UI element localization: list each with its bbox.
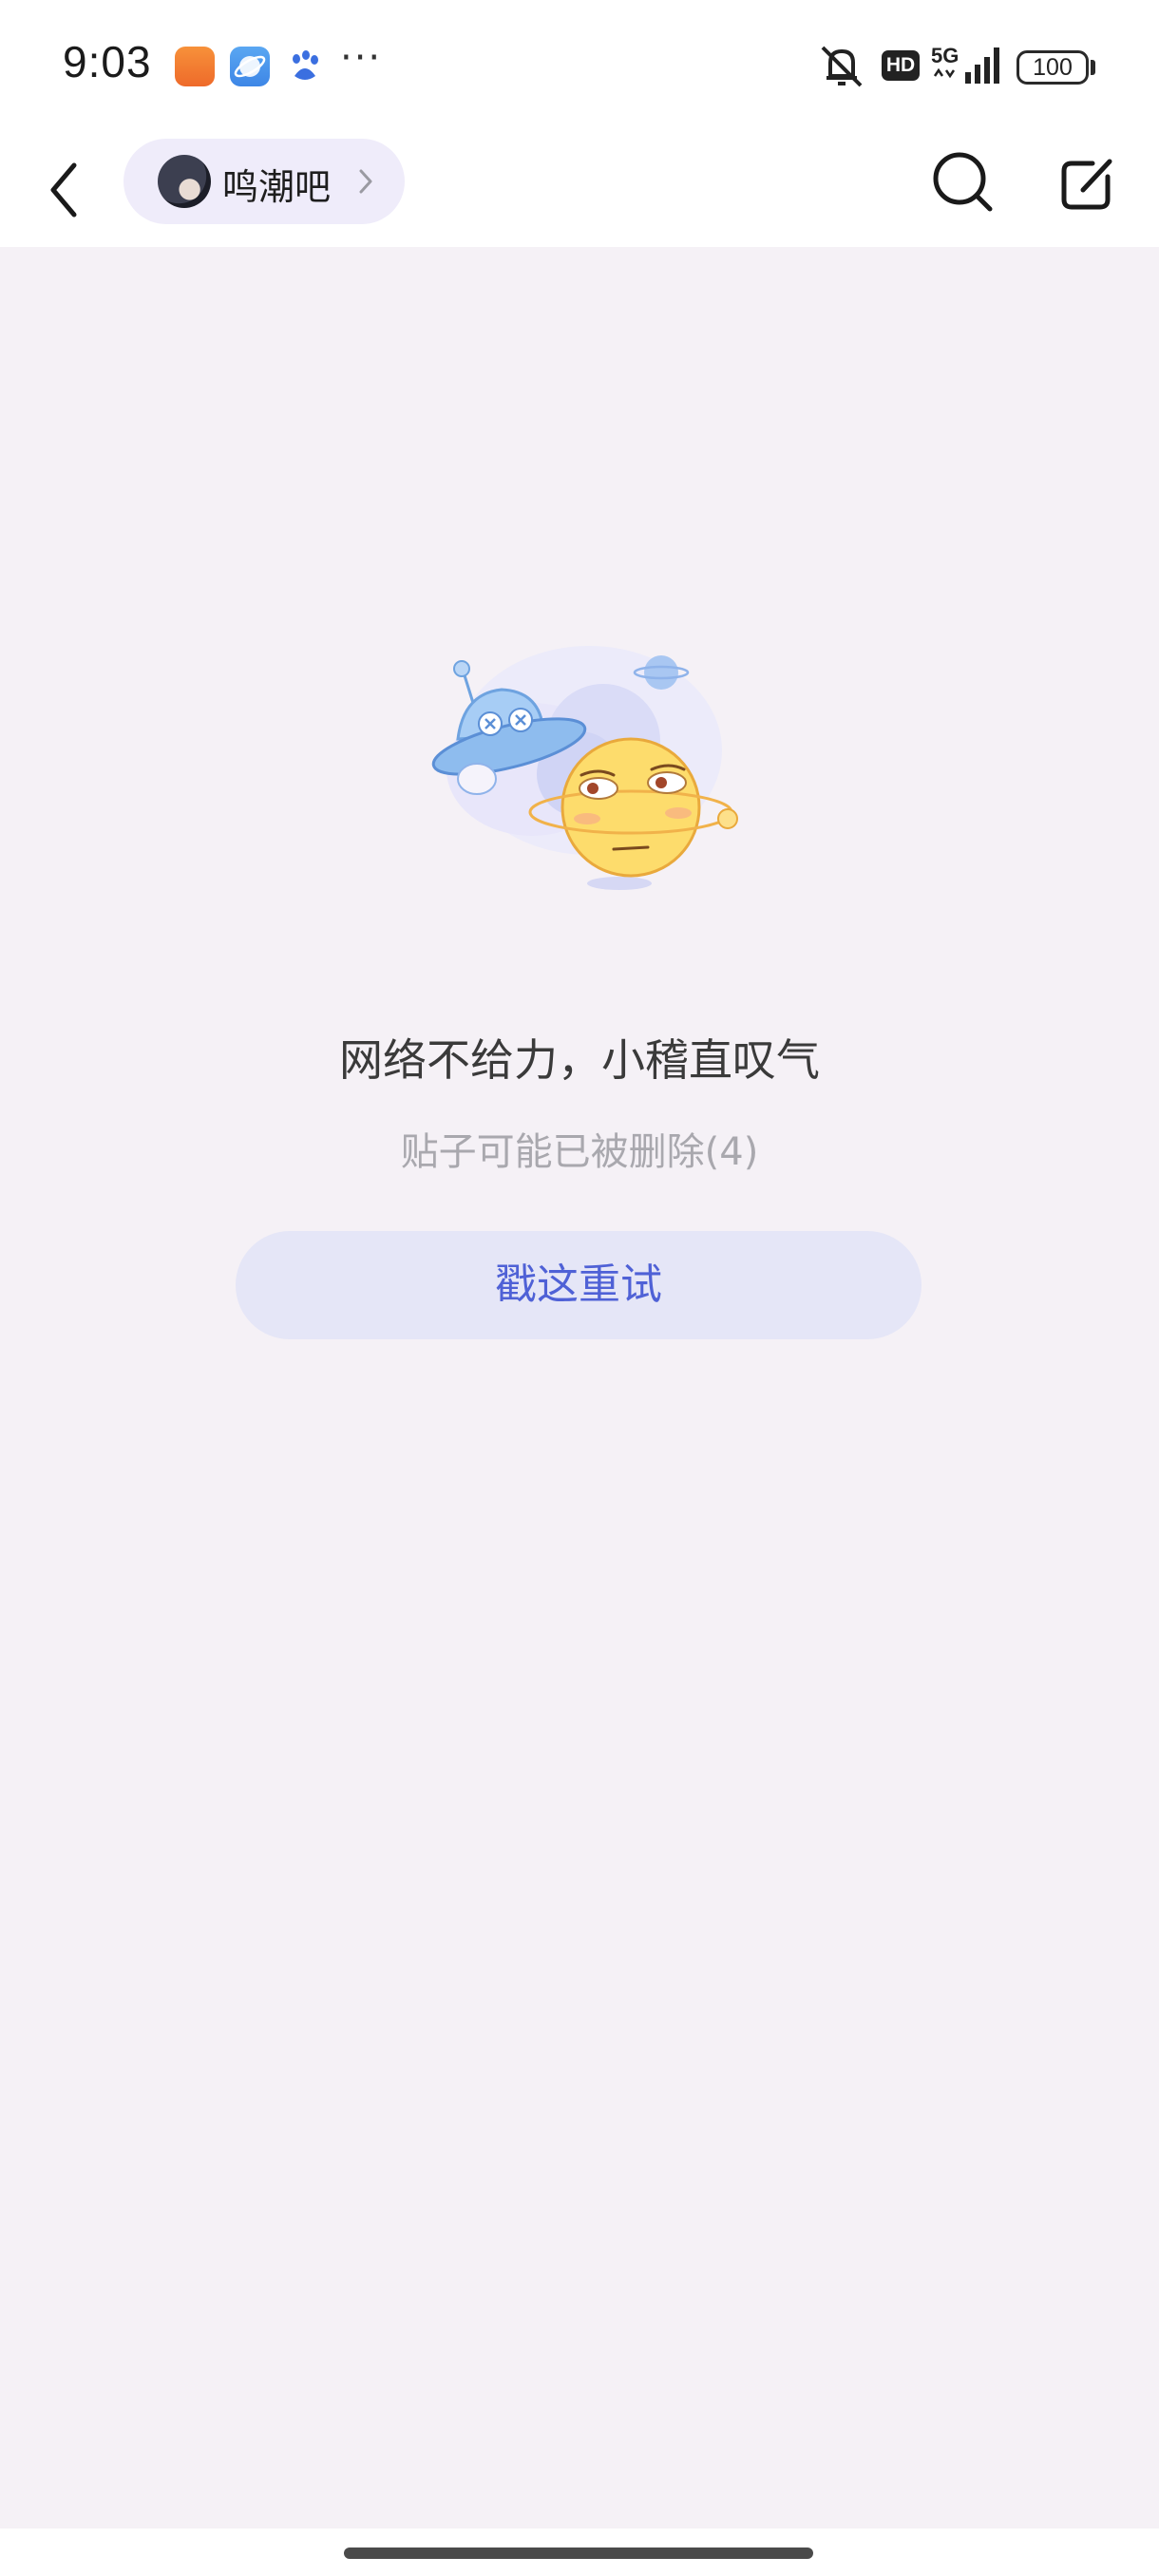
error-subtitle: 贴子可能已被删除(4) (400, 1130, 759, 1174)
hd-badge: HD (882, 50, 920, 81)
battery-tip (1091, 60, 1095, 75)
forum-name: 鸣潮吧 (222, 166, 332, 208)
more-notifications-icon: ··· (340, 36, 383, 80)
browser-planet-icon (230, 47, 270, 86)
vibrate-mute-icon (821, 46, 863, 87)
baidu-paw-icon (293, 50, 318, 80)
forum-avatar (158, 155, 211, 208)
status-time: 9:03 (63, 37, 152, 86)
error-illustration (431, 646, 738, 890)
forum-chip[interactable]: 鸣潮吧 (124, 139, 405, 224)
error-title: 网络不给力，小稽直叹气 (339, 1034, 820, 1086)
battery-level: 100 (1016, 50, 1089, 85)
nav-bar: 鸣潮吧 (0, 133, 1159, 247)
shop-app-icon (175, 47, 215, 86)
signal-icon (933, 47, 999, 84)
status-bar: 9:03 ··· HD 5G 100 (0, 0, 1159, 133)
search-icon[interactable] (929, 148, 998, 217)
back-arrow-icon[interactable] (38, 152, 95, 228)
edit-icon[interactable] (1054, 148, 1123, 217)
chevron-right-icon (359, 169, 372, 194)
retry-button[interactable]: 戳这重试 (236, 1231, 922, 1339)
home-indicator[interactable] (344, 2548, 813, 2559)
